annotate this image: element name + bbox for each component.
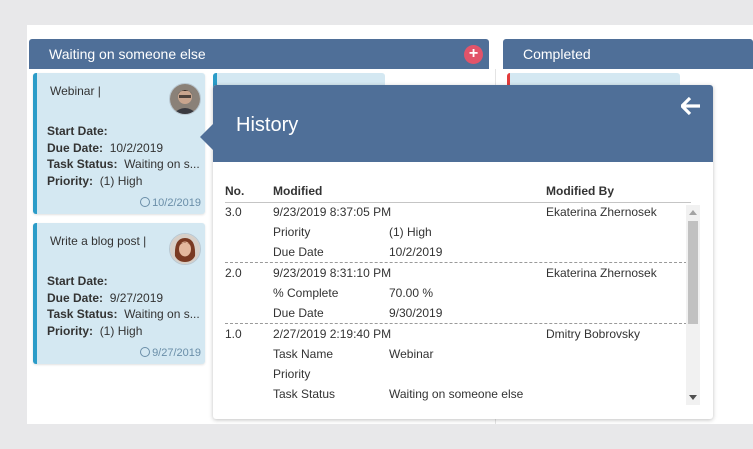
task-card[interactable]: Webinar | Start Date: Due Date: 10/2/201…: [33, 73, 205, 214]
priority-label: Priority:: [47, 323, 94, 338]
column-title: Waiting on someone else: [49, 46, 206, 62]
popup-pointer: [200, 123, 214, 151]
card-date: 9/27/2019: [140, 347, 201, 359]
card-date-value: 10/2/2019: [152, 197, 201, 209]
column-modified-by: Modified By: [546, 184, 614, 198]
task-card[interactable]: Write a blog post | Start Date: Due Date…: [33, 223, 205, 364]
column-header-completed: Completed: [503, 39, 753, 69]
changed-field: Task Name: [273, 347, 334, 361]
revision-author: Dmitry Bobrovsky: [546, 327, 641, 341]
column-title: Completed: [523, 46, 591, 62]
scroll-thumb[interactable]: [688, 221, 698, 324]
changed-value: Webinar: [389, 347, 434, 361]
changed-field: Priority: [273, 367, 311, 381]
priority-value: (1) High: [99, 323, 143, 338]
revision-number: 1.0: [225, 327, 242, 341]
history-column-headers: No. Modified Modified By: [225, 182, 691, 203]
scroll-down-icon[interactable]: [689, 395, 697, 400]
column-modified: Modified: [273, 184, 323, 198]
history-scrollbar[interactable]: [686, 205, 700, 405]
revision-row: 3.0 9/23/2019 8:37:05 PM Ekaterina Zhern…: [225, 202, 687, 263]
changed-field: Task Status: [273, 387, 336, 401]
due-date-value: 10/2/2019: [109, 140, 164, 155]
changed-value: 70.00 %: [389, 286, 434, 300]
history-title: History: [236, 114, 299, 136]
changed-value: 9/30/2019: [389, 306, 443, 320]
task-name: Webinar |: [50, 84, 101, 98]
task-status-label: Task Status:: [47, 157, 118, 171]
due-date-value: 9/27/2019: [109, 290, 164, 305]
priority-value: (1) High: [99, 173, 143, 188]
card-date: 10/2/2019: [140, 197, 201, 209]
due-date-label: Due Date:: [47, 140, 104, 155]
task-status-label: Task Status:: [47, 307, 118, 321]
column-header-waiting: Waiting on someone else +: [29, 39, 489, 69]
changed-value: Waiting on someone else: [389, 387, 524, 401]
task-name: Write a blog post |: [50, 234, 147, 248]
revision-datetime: 2/27/2019 2:19:40 PM: [273, 327, 392, 341]
column-no: No.: [225, 184, 245, 198]
plus-icon: +: [468, 45, 479, 62]
revision-row: 2.0 9/23/2019 8:31:10 PM Ekaterina Zhern…: [225, 263, 687, 324]
revision-number: 3.0: [225, 205, 242, 219]
changed-field: Priority: [273, 225, 311, 239]
start-date-label: Start Date:: [47, 124, 108, 138]
task-status-value: Waiting on s...: [124, 157, 200, 171]
avatar[interactable]: [169, 233, 201, 265]
history-popup: History No. Modified Modified By 3.0 9/2…: [200, 85, 713, 419]
history-grid: No. Modified Modified By 3.0 9/23/2019 8…: [225, 182, 691, 401]
revision-author: Ekaterina Zhernosek: [546, 205, 657, 219]
revision-datetime: 9/23/2019 8:37:05 PM: [273, 205, 392, 219]
history-rows[interactable]: 3.0 9/23/2019 8:37:05 PM Ekaterina Zhern…: [225, 202, 687, 404]
due-date-label: Due Date:: [47, 290, 104, 305]
changed-field: Due Date: [273, 245, 324, 259]
revision-number: 2.0: [225, 266, 242, 280]
history-header: History: [213, 85, 713, 162]
task-fields: Start Date: Due Date: 10/2/2019 Task Sta…: [47, 123, 200, 189]
clock-icon: [140, 197, 151, 207]
changed-field: % Complete: [273, 286, 339, 300]
changed-value: 10/2/2019: [389, 245, 443, 259]
revision-author: Ekaterina Zhernosek: [546, 266, 657, 280]
avatar[interactable]: [169, 83, 201, 115]
start-date-label: Start Date:: [47, 274, 108, 288]
priority-label: Priority:: [47, 173, 94, 188]
changed-value: (1) High: [389, 225, 432, 239]
arrow-left-icon[interactable]: [679, 96, 701, 116]
changed-field: Due Date: [273, 306, 324, 320]
add-task-button[interactable]: +: [464, 45, 483, 64]
revision-datetime: 9/23/2019 8:31:10 PM: [273, 266, 392, 280]
task-fields: Start Date: Due Date: 9/27/2019 Task Sta…: [47, 273, 200, 339]
card-date-value: 9/27/2019: [152, 347, 201, 359]
task-status-value: Waiting on s...: [124, 307, 200, 321]
revision-row: 1.0 2/27/2019 2:19:40 PM Dmitry Bobrovsk…: [225, 324, 687, 404]
clock-icon: [140, 347, 151, 357]
scroll-up-icon[interactable]: [689, 210, 697, 215]
